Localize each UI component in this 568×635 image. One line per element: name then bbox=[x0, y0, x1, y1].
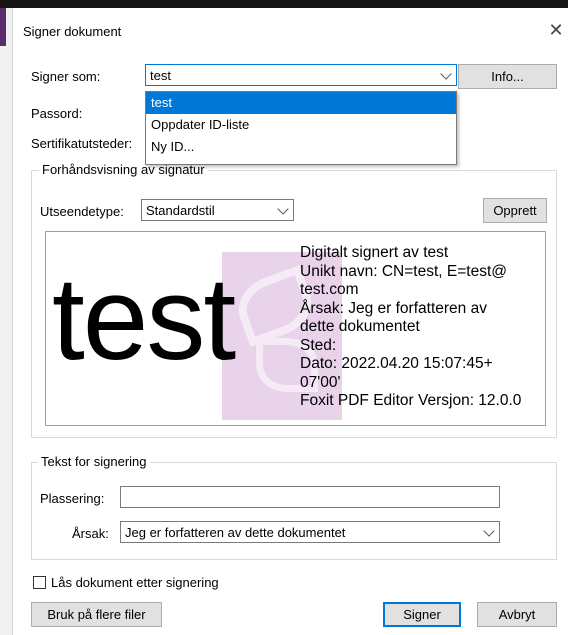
signature-line: Sted: bbox=[300, 336, 337, 354]
chevron-down-icon bbox=[483, 525, 495, 537]
signature-line: dette dokumentet bbox=[300, 318, 420, 335]
signature-line: Unikt navn: CN=test, E=test@ bbox=[300, 262, 507, 280]
location-input[interactable] bbox=[120, 486, 500, 508]
location-label: Plassering: bbox=[40, 491, 105, 506]
dropdown-option-test[interactable]: test bbox=[146, 92, 456, 114]
sign-as-value: test bbox=[150, 68, 171, 83]
dropdown-option-new-id[interactable]: Ny ID... bbox=[146, 136, 456, 158]
background-accent bbox=[0, 8, 6, 46]
cert-issuers-label: Sertifikatutsteder: bbox=[31, 136, 133, 151]
chevron-down-icon bbox=[277, 203, 289, 215]
sign-button[interactable]: Signer bbox=[383, 602, 461, 627]
cancel-button[interactable]: Avbryt bbox=[477, 602, 557, 627]
signature-line: 07'00' bbox=[300, 373, 341, 391]
signature-line: Digitalt signert av test bbox=[300, 244, 449, 261]
signing-text-legend: Tekst for signering bbox=[38, 454, 150, 469]
info-button[interactable]: Info... bbox=[458, 64, 557, 89]
chevron-down-icon bbox=[440, 68, 452, 80]
signature-line: Foxit PDF Editor Versjon: 12.0.0 bbox=[300, 392, 522, 409]
reason-value: Jeg er forfatteren av dette dokumentet bbox=[125, 525, 346, 540]
appearance-type-combobox[interactable]: Standardstil bbox=[141, 199, 294, 221]
signature-line: test.com bbox=[300, 281, 359, 298]
signing-text-group bbox=[31, 462, 557, 560]
appearance-type-value: Standardstil bbox=[146, 203, 215, 218]
window-top-bar bbox=[0, 0, 568, 8]
sign-as-combobox[interactable]: test bbox=[145, 64, 457, 86]
create-appearance-button[interactable]: Opprett bbox=[483, 198, 547, 223]
lock-document-checkbox[interactable] bbox=[33, 576, 46, 589]
reason-label: Årsak: bbox=[72, 526, 109, 541]
lock-document-label[interactable]: Lås dokument etter signering bbox=[51, 575, 219, 590]
apply-to-multiple-files-button[interactable]: Bruk på flere filer bbox=[31, 602, 162, 627]
password-label: Passord: bbox=[31, 106, 83, 121]
signature-details: Digitalt signert av test Unikt navn: CN=… bbox=[300, 244, 521, 411]
signature-name-large: test bbox=[52, 253, 236, 385]
signature-line: Dato: 2022.04.20 15:07:45+ bbox=[300, 355, 493, 372]
dialog-title: Signer dokument bbox=[23, 24, 122, 39]
background-window-strip bbox=[0, 8, 12, 635]
signature-preview: test Digitalt signert av test Unikt navn… bbox=[45, 231, 546, 426]
sign-as-dropdown-list[interactable]: test Oppdater ID-liste Ny ID... bbox=[145, 91, 457, 165]
sign-document-dialog: Signer dokument ✕ Signer som: test Info.… bbox=[12, 8, 568, 635]
dropdown-option-update-id-list[interactable]: Oppdater ID-liste bbox=[146, 114, 456, 136]
appearance-type-label: Utseendetype: bbox=[40, 204, 124, 219]
reason-combobox[interactable]: Jeg er forfatteren av dette dokumentet bbox=[120, 521, 500, 543]
signature-line: Årsak: Jeg er forfatteren av bbox=[300, 299, 487, 317]
close-icon[interactable]: ✕ bbox=[546, 20, 566, 41]
sign-as-label: Signer som: bbox=[31, 69, 101, 84]
